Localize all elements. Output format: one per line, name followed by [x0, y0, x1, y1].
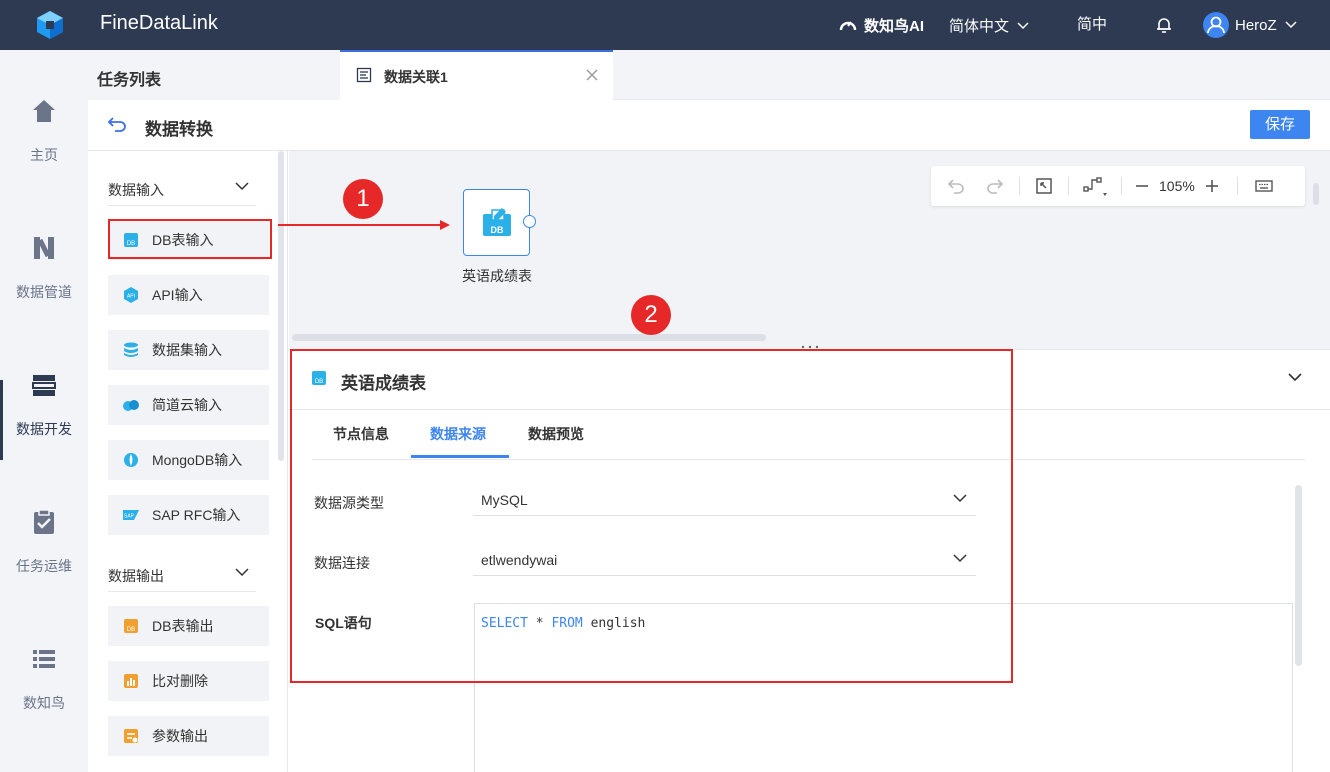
list-icon	[33, 650, 55, 668]
node-output-port[interactable]	[523, 215, 536, 228]
zoom-out-icon[interactable]	[1134, 178, 1150, 194]
bell-icon[interactable]	[1154, 15, 1174, 35]
component-label: DB表输出	[152, 618, 214, 634]
canvas-toolbar: 105%	[931, 166, 1305, 206]
highlight-properties	[290, 349, 1013, 683]
page-title: 数据转换	[145, 120, 213, 139]
zoom-in-icon[interactable]	[1204, 178, 1220, 194]
component-label: 数据集输入	[152, 342, 222, 358]
tab-data-join[interactable]	[340, 50, 613, 101]
toolbar-divider	[1121, 177, 1122, 195]
node-english-scores[interactable]: DB	[463, 189, 530, 256]
group-data-input[interactable]: 数据输入	[108, 180, 256, 206]
component-label: 参数输出	[152, 728, 208, 744]
component-jiandaoyun-input[interactable]: 简道云输入	[108, 385, 269, 425]
component-mongodb-input[interactable]: MongoDB输入	[108, 440, 269, 480]
avatar-icon	[1203, 12, 1229, 38]
component-db-output[interactable]: DB DB表输出	[108, 606, 269, 646]
mongodb-icon	[124, 453, 138, 467]
component-api-input[interactable]: API API输入	[108, 275, 269, 315]
back-icon[interactable]	[107, 115, 127, 133]
language-select[interactable]: 简体中文	[949, 15, 1031, 36]
group-data-output[interactable]: 数据输出	[108, 566, 256, 592]
db-output-icon: DB	[124, 619, 138, 633]
sub-header	[88, 100, 1330, 151]
gauge-icon	[839, 20, 857, 30]
compare-delete-icon	[124, 674, 138, 688]
nav-label-home: 主页	[30, 147, 58, 163]
param-output-icon	[124, 729, 138, 743]
canvas-hscrollbar[interactable]	[292, 334, 766, 341]
app-title: FineDataLink	[100, 12, 218, 34]
svg-text:API: API	[127, 294, 135, 300]
zoom-level: 105%	[1159, 178, 1195, 194]
nav-item-home[interactable]: 主页	[0, 97, 88, 197]
component-sap-rfc-input[interactable]: SAP SAP RFC输入	[108, 495, 269, 535]
chevron-down-icon	[1017, 21, 1029, 29]
step-badge-2: 2	[631, 295, 671, 335]
db-node-icon: DB	[483, 208, 511, 236]
nav-item-data-dev[interactable]: 数据开发	[0, 371, 88, 471]
save-button[interactable]: 保存	[1250, 110, 1310, 139]
component-dataset-input[interactable]: 数据集输入	[108, 330, 269, 370]
tab-label: 数据关联1	[384, 69, 448, 85]
highlight-db-input	[108, 219, 272, 259]
nav-item-pipeline[interactable]: 数据管道	[0, 234, 88, 334]
undo-icon[interactable]	[947, 177, 965, 195]
toolbar-divider	[1236, 177, 1238, 195]
database-icon	[124, 342, 138, 357]
toolbar-divider	[1068, 177, 1069, 195]
jiandaoyun-icon	[123, 400, 139, 411]
dev-icon	[32, 375, 56, 396]
nav-item-shuzhiniao[interactable]: 数知鸟	[0, 645, 88, 745]
keyboard-icon[interactable]	[1255, 177, 1273, 195]
ai-label: 数知鸟AI	[864, 18, 925, 35]
close-icon[interactable]	[586, 69, 598, 81]
component-label: 简道云输入	[152, 397, 222, 413]
group-data-output-label: 数据输出	[108, 568, 164, 584]
locale-toggle[interactable]: 简中	[1077, 13, 1107, 34]
nav-label-data-dev: 数据开发	[16, 421, 72, 437]
canvas-vscrollbar[interactable]	[1313, 183, 1319, 205]
sap-icon: SAP	[123, 510, 139, 520]
component-label: SAP RFC输入	[152, 507, 241, 523]
node-label: 英语成绩表	[462, 268, 532, 284]
component-label: 比对删除	[152, 673, 208, 689]
component-panel-scrollbar[interactable]	[278, 151, 284, 461]
home-icon	[33, 100, 55, 122]
component-compare-delete[interactable]: 比对删除	[108, 661, 269, 701]
ai-assistant-button[interactable]: 数知鸟AI	[838, 15, 924, 36]
component-label: API输入	[152, 287, 203, 303]
redo-icon[interactable]	[986, 177, 1004, 195]
api-icon: API	[124, 287, 138, 303]
document-icon	[356, 67, 372, 83]
toolbar-divider	[1019, 177, 1020, 195]
language-label: 简体中文	[949, 18, 1010, 35]
nav-item-task-ops[interactable]: 任务运维	[0, 508, 88, 608]
component-param-output[interactable]: 参数输出	[108, 716, 269, 756]
nav-label-pipeline: 数据管道	[16, 284, 72, 300]
task-ops-icon	[34, 509, 54, 534]
chevron-down-icon	[1285, 21, 1297, 29]
username: HeroZ	[1235, 16, 1277, 34]
task-list-title: 任务列表	[97, 72, 162, 89]
app-logo-icon[interactable]	[34, 9, 66, 41]
chevron-down-icon	[235, 182, 249, 191]
fit-view-icon[interactable]	[1035, 177, 1053, 195]
nav-label-task-ops: 任务运维	[16, 558, 72, 574]
step-badge-1: 1	[343, 179, 383, 219]
user-menu[interactable]: HeroZ	[1203, 12, 1299, 38]
collapse-chevron-icon[interactable]	[1287, 369, 1303, 385]
svg-text:DB: DB	[127, 627, 135, 633]
nav-label-shuzhiniao: 数知鸟	[23, 695, 65, 711]
svg-text:SAP: SAP	[124, 514, 135, 520]
properties-scrollbar[interactable]	[1295, 485, 1302, 666]
component-label: MongoDB输入	[152, 452, 243, 468]
layout-icon[interactable]	[1083, 175, 1109, 197]
group-data-input-label: 数据输入	[108, 182, 164, 198]
pipeline-icon	[34, 237, 54, 259]
node-icon-text: DB	[491, 225, 504, 235]
chevron-down-icon	[235, 568, 249, 577]
